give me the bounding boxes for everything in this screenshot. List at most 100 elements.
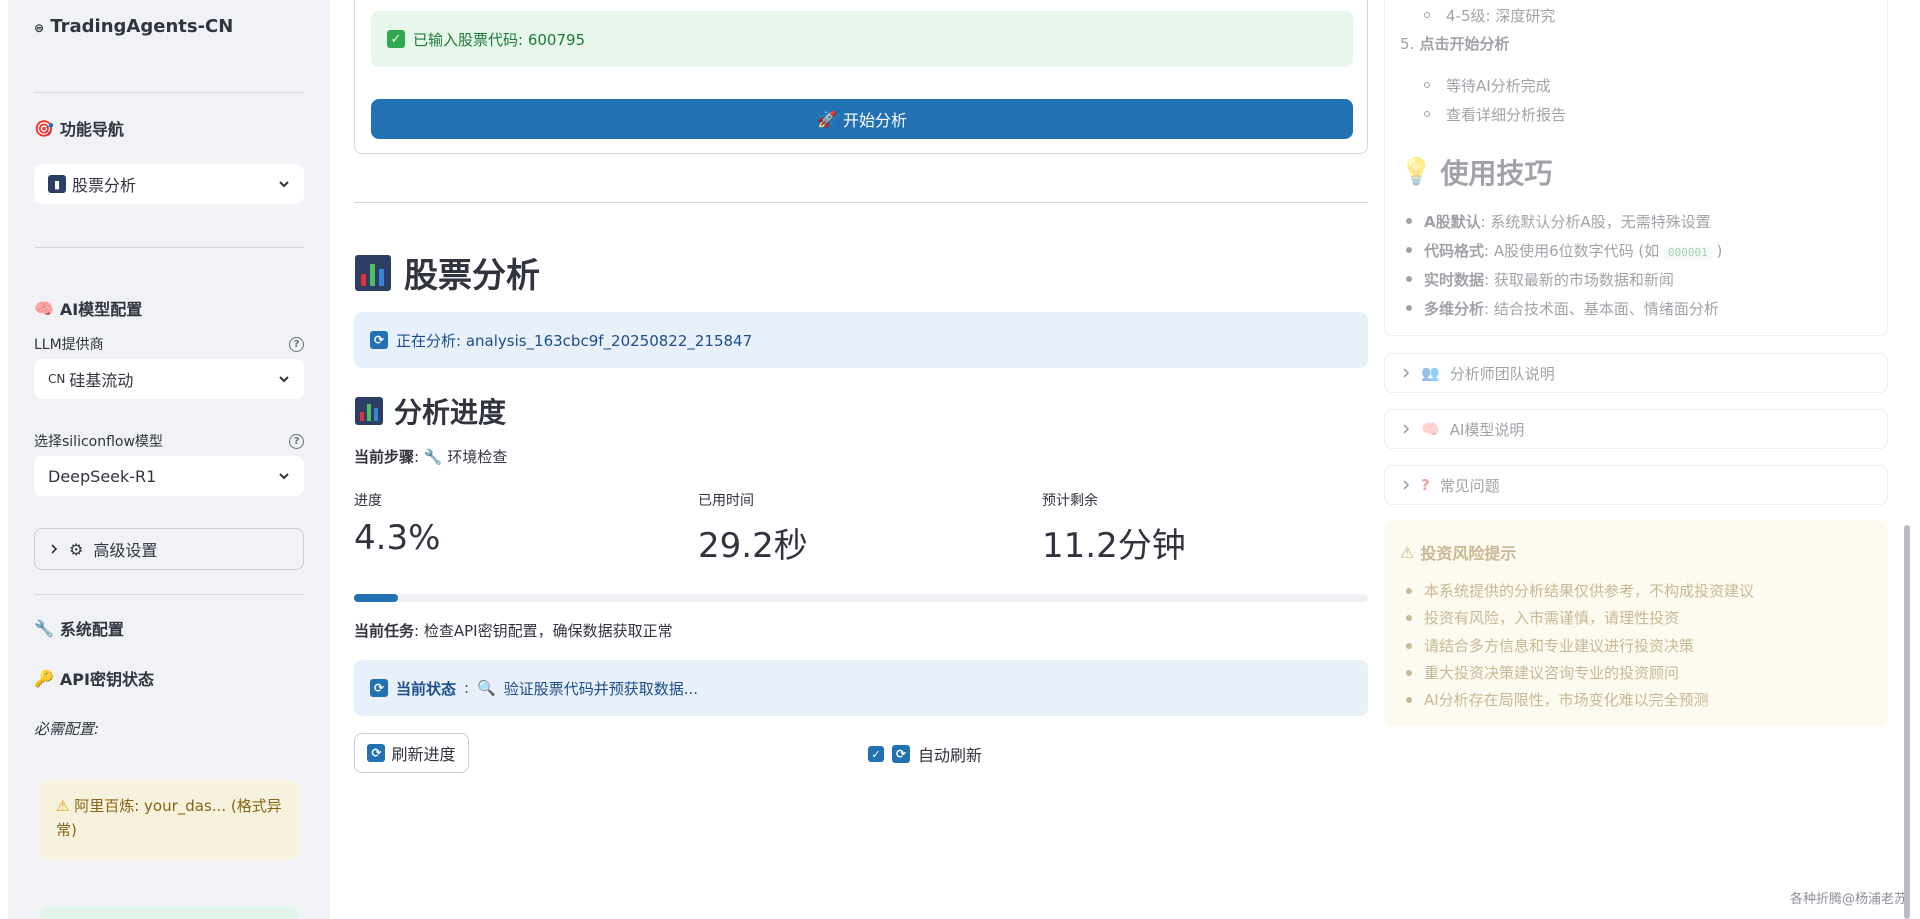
refresh-icon: ⟳ [367, 744, 386, 762]
main-content: ✓ 已输入股票代码: 600795 🚀 开始分析 股票分析 ⟳ 正在分析: an… [354, 0, 1368, 919]
bullet [1424, 111, 1430, 117]
brand: ⊜ TradingAgents-CN [34, 16, 234, 37]
model-label: 选择siliconflow模型 ? [34, 431, 304, 451]
progress-heading: 分析进度 [354, 391, 506, 431]
team-icon: 👥 [1421, 364, 1440, 382]
llm-select[interactable]: CN 硅基流动 [34, 359, 304, 399]
rocket-icon: 🚀 [817, 109, 837, 129]
wrench-icon: 🔧 [423, 448, 443, 466]
faq-expander[interactable]: ? 常见问题 [1384, 465, 1888, 505]
brain-icon: 🧠 [34, 298, 54, 318]
bullet [1406, 247, 1412, 253]
advanced-settings-expander[interactable]: ⚙ 高级设置 [34, 528, 304, 570]
bullet [1424, 82, 1430, 88]
magnifier-icon: 🔍 [477, 679, 496, 697]
risk-item: 请结合多方信息和专业建议进行投资决策 [1424, 637, 1695, 655]
refresh-icon: ⟳ [370, 331, 388, 349]
analyst-team-expander[interactable]: 👥 分析师团队说明 [1384, 353, 1888, 393]
risk-item: 重大投资决策建议咨询专业的投资顾问 [1424, 664, 1680, 682]
metric-progress: 进度 4.3% [354, 493, 441, 558]
bullet [1406, 305, 1412, 311]
divider [34, 92, 304, 93]
progress-bar [354, 594, 1368, 602]
risk-warning: ⚠ 投资风险提示 本系统提供的分析结果仅供参考，不构成投资建议 投资有风险，入市… [1384, 520, 1888, 726]
refresh-icon: ⟳ [892, 745, 910, 763]
metric-elapsed: 已用时间 29.2秒 [698, 493, 808, 566]
bullet [1424, 12, 1430, 18]
start-analysis-button[interactable]: 🚀 开始分析 [371, 99, 1353, 139]
check-icon: ✓ [387, 30, 405, 48]
tip-item: A股默认: 系统默认分析A股，无需特殊设置 [1424, 213, 1711, 231]
tip-item: 多维分析: 结合技术面、基本面、情绪面分析 [1424, 300, 1719, 318]
target-icon: 🎯 [34, 118, 54, 138]
analysis-form: ✓ 已输入股票代码: 600795 🚀 开始分析 [354, 0, 1368, 154]
warning-icon: ⚠ [1400, 542, 1415, 562]
chevron-right-icon [1403, 480, 1410, 490]
api-warning: ⚠ 阿里百炼: your_das... (格式异常) [40, 780, 298, 860]
divider [34, 594, 304, 595]
required-label: 必需配置: [34, 720, 100, 738]
risk-title: ⚠ 投资风险提示 [1400, 542, 1517, 564]
bar-chart-icon: ▮ [48, 175, 66, 193]
chevron-right-icon [1403, 424, 1410, 434]
bullet [1406, 615, 1412, 621]
chevron-right-icon [1403, 368, 1410, 378]
help-icon[interactable]: ? [289, 433, 304, 449]
watermark: 各种折腾@杨浦老苏 [1790, 892, 1908, 907]
help-icon[interactable]: ? [289, 336, 304, 352]
nav-select[interactable]: ▮ 股票分析 [34, 164, 304, 204]
warning-icon: ⚠ [56, 797, 70, 815]
bullet [1406, 218, 1412, 224]
question-icon: ? [1421, 476, 1430, 494]
success-alert: ✓ 已输入股票代码: 600795 [371, 11, 1353, 67]
bar-chart-icon [355, 254, 391, 291]
guide-subitem: 查看详细分析报告 [1446, 106, 1567, 124]
sidebar: ⊜ TradingAgents-CN 🎯 功能导航 ▮ 股票分析 🧠 AI模型配置 … [8, 0, 330, 919]
api-heading: 🔑 API密钥状态 [34, 668, 154, 690]
bullet [1406, 588, 1412, 594]
model-select[interactable]: DeepSeek-R1 [34, 456, 304, 496]
ai-model-expander[interactable]: 🧠 AI模型说明 [1384, 409, 1888, 449]
current-status-info: ⟳ 当前状态: 🔍 验证股票代码并预获取数据... [354, 660, 1368, 716]
chevron-down-icon [279, 181, 289, 188]
risk-item: AI分析存在局限性，市场变化难以完全预测 [1424, 691, 1709, 709]
divider [354, 202, 1368, 203]
metric-remaining: 预计剩余 11.2分钟 [1042, 493, 1186, 566]
bullet [1406, 670, 1412, 676]
current-step: 当前步骤: 🔧 环境检查 [354, 448, 508, 466]
page-title: 股票分析 [354, 248, 540, 297]
guide-subitem: 4-5级: 深度研究 [1446, 7, 1556, 25]
guide-subitem: 等待AI分析完成 [1446, 77, 1551, 95]
tip-item: 代码格式: A股使用6位数字代码 (如 000001 ) [1424, 242, 1723, 260]
brain-icon: 🧠 [1421, 420, 1440, 438]
scrollbar[interactable] [1904, 525, 1910, 919]
divider [34, 247, 304, 248]
brand-icon: ⊜ [34, 21, 45, 35]
bullet [1406, 643, 1412, 649]
lightbulb-icon: 💡 [1400, 157, 1433, 187]
gear-icon: ⚙ [69, 539, 84, 559]
chevron-down-icon [279, 376, 289, 383]
risk-item: 投资有风险，入市需谨慎，请理性投资 [1424, 609, 1680, 627]
tip-item: 实时数据: 获取最新的市场数据和新闻 [1424, 271, 1674, 289]
key-icon: 🔑 [34, 668, 54, 688]
refresh-icon: ⟳ [370, 679, 388, 697]
guide-step5: 5. 点击开始分析 [1400, 35, 1510, 53]
bar-chart-icon [355, 397, 383, 425]
auto-refresh-toggle[interactable]: ✓ ⟳ 自动刷新 [868, 742, 982, 766]
ai-heading: 🧠 AI模型配置 [34, 298, 143, 320]
system-heading: 🔧 系统配置 [34, 618, 124, 640]
api-success [40, 906, 298, 919]
flag-cn-icon: CN [48, 372, 66, 386]
bullet [1406, 276, 1412, 282]
refresh-progress-button[interactable]: ⟳ 刷新进度 [354, 733, 469, 773]
llm-label: LLM提供商 ? [34, 334, 304, 354]
risk-item: 本系统提供的分析结果仅供参考，不构成投资建议 [1424, 582, 1755, 600]
progress-bar-fill [354, 594, 398, 602]
checkbox-checked[interactable]: ✓ [868, 746, 884, 762]
guide-column: 4-5级: 深度研究 5. 点击开始分析 等待AI分析完成 查看详细分析报告 💡… [1384, 0, 1888, 919]
nav-heading: 🎯 功能导航 [34, 118, 124, 140]
bullet [1406, 697, 1412, 703]
chevron-down-icon [279, 473, 289, 480]
chevron-right-icon [51, 544, 58, 554]
